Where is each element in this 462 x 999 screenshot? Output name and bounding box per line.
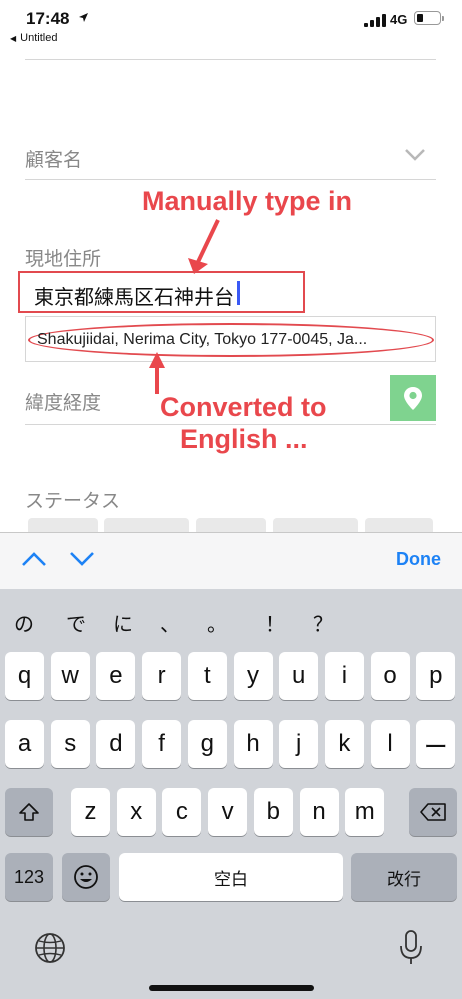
- candidate-item[interactable]: 。: [207, 608, 227, 637]
- back-triangle-icon: ◀: [10, 34, 17, 43]
- candidate-item[interactable]: の: [14, 608, 34, 637]
- location-arrow-icon: [78, 12, 89, 26]
- chevron-down-icon[interactable]: [404, 147, 426, 161]
- key-l[interactable]: l: [370, 720, 410, 768]
- address-input[interactable]: 東京都練馬区石神井台: [18, 271, 305, 313]
- backspace-icon: [420, 803, 446, 821]
- key-v[interactable]: v: [208, 788, 248, 836]
- key-u[interactable]: u: [279, 652, 319, 700]
- battery-icon: [414, 11, 444, 25]
- next-field-chevron-down-icon[interactable]: [68, 550, 96, 568]
- battery-level: [417, 14, 423, 22]
- globe-icon[interactable]: [34, 932, 66, 968]
- map-pin-icon: [404, 387, 422, 410]
- key-n[interactable]: n: [299, 788, 339, 836]
- candidate-item[interactable]: に: [113, 608, 133, 637]
- key-r[interactable]: r: [142, 652, 182, 700]
- shift-key[interactable]: [5, 788, 53, 836]
- key-s[interactable]: s: [50, 720, 90, 768]
- key-w[interactable]: w: [50, 652, 90, 700]
- key-q[interactable]: q: [5, 652, 44, 700]
- emoji-key[interactable]: [62, 853, 110, 901]
- key-b[interactable]: b: [253, 788, 293, 836]
- annotation-arrow-up: [149, 352, 165, 394]
- key-t[interactable]: t: [187, 652, 227, 700]
- annotation-manual: Manually type in: [142, 186, 353, 216]
- return-key[interactable]: 改行: [351, 853, 457, 901]
- key-e[interactable]: e: [96, 652, 136, 700]
- key-p[interactable]: p: [416, 652, 456, 700]
- back-app-label: Untitled: [20, 32, 58, 44]
- numbers-key[interactable]: 123: [5, 853, 53, 901]
- key-m[interactable]: m: [345, 788, 385, 836]
- network-type: 4G: [390, 12, 408, 27]
- key-d[interactable]: d: [96, 720, 136, 768]
- key-y[interactable]: y: [233, 652, 273, 700]
- back-to-app-link[interactable]: ◀ Untitled: [10, 32, 57, 44]
- key-long-vowel[interactable]: ー: [416, 720, 456, 768]
- candidate-item[interactable]: ？: [313, 608, 333, 637]
- map-pin-button[interactable]: [390, 375, 436, 421]
- key-h[interactable]: h: [233, 720, 273, 768]
- key-k[interactable]: k: [324, 720, 364, 768]
- key-z[interactable]: z: [71, 788, 110, 836]
- annotation-converted-line1: Converted to: [160, 392, 327, 422]
- candidate-item[interactable]: 、: [160, 608, 180, 637]
- key-o[interactable]: o: [370, 652, 410, 700]
- key-g[interactable]: g: [187, 720, 227, 768]
- status-label: ステータス: [25, 490, 121, 512]
- latlng-label: 緯度経度: [25, 392, 102, 414]
- key-j[interactable]: j: [279, 720, 319, 768]
- emoji-icon: [74, 865, 98, 889]
- delete-key[interactable]: [409, 788, 457, 836]
- key-c[interactable]: c: [162, 788, 202, 836]
- address-input-value: 東京都練馬区石神井台: [34, 285, 234, 309]
- candidate-item[interactable]: で: [66, 608, 86, 637]
- done-button[interactable]: Done: [396, 549, 441, 570]
- previous-field-chevron-up-icon[interactable]: [20, 550, 48, 568]
- text-caret: [237, 281, 240, 305]
- key-x[interactable]: x: [116, 788, 156, 836]
- microphone-icon[interactable]: [396, 928, 426, 972]
- key-f[interactable]: f: [142, 720, 182, 768]
- address-label: 現地住所: [25, 248, 102, 270]
- candidate-item[interactable]: ！: [265, 608, 285, 637]
- customer-name-label: 顧客名: [25, 149, 83, 171]
- shift-icon: [19, 803, 39, 821]
- annotation-converted-line2: English ...: [180, 424, 308, 454]
- status-time: 17:48: [26, 9, 70, 28]
- annotation-arrow-down: [188, 219, 220, 274]
- signal-icon: [364, 14, 386, 27]
- address-converted-value: Shakujiidai, Nerima City, Tokyo 177-0045…: [37, 331, 368, 348]
- customer-name-divider: [25, 179, 436, 180]
- divider: [25, 59, 436, 60]
- key-a[interactable]: a: [5, 720, 44, 768]
- key-i[interactable]: i: [324, 652, 364, 700]
- space-key[interactable]: 空白: [119, 853, 343, 901]
- home-indicator[interactable]: [149, 985, 314, 991]
